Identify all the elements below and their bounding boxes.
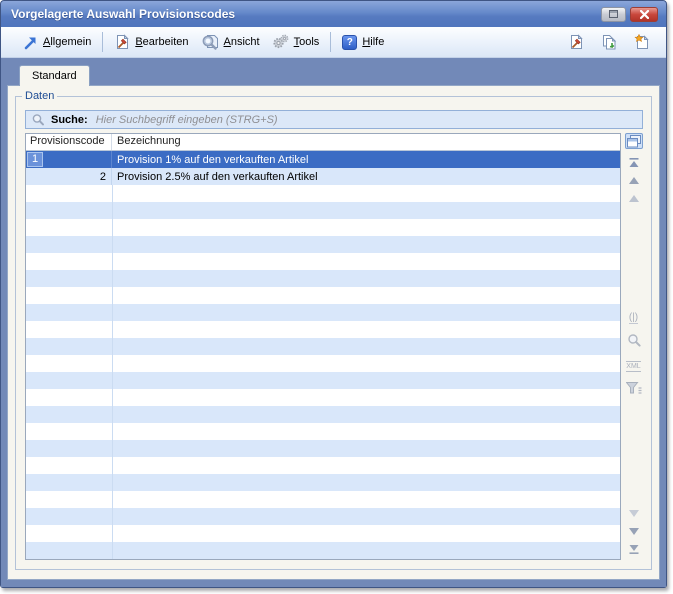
gears-icon <box>272 34 289 50</box>
xml-export-icon[interactable]: XML <box>626 361 640 372</box>
grid-area: Provisionscode Bezeichnung 1 Provision 1… <box>25 133 643 560</box>
search-input[interactable] <box>94 112 637 127</box>
copy-record-button[interactable] <box>599 32 619 52</box>
copy-record-icon <box>601 34 618 51</box>
search-label: Suche: <box>51 114 88 126</box>
menu-tools[interactable]: Tools <box>266 32 326 52</box>
titlebar[interactable]: Vorgelagerte Auswahl Provisionscodes <box>1 1 666 27</box>
window-controls <box>601 7 658 22</box>
edit-record-button[interactable] <box>566 32 586 52</box>
cell-name: Provision 2.5% auf den verkauften Artike… <box>112 171 620 183</box>
row-down-icon <box>629 510 639 517</box>
grid-scroll-down-group <box>626 504 642 560</box>
tab-standard[interactable]: Standard <box>19 65 90 86</box>
column-header-provisionscode[interactable]: Provisionscode <box>26 134 112 150</box>
magnifier-document-icon <box>201 34 219 50</box>
toolbar: Allgemein Bearbeiten Ansicht <box>1 27 666 58</box>
new-record-button[interactable] <box>632 32 652 52</box>
page-up-button[interactable] <box>626 173 642 187</box>
fit-width-icon[interactable]: (|) <box>629 313 638 324</box>
row-up-icon <box>629 195 639 202</box>
page-down-icon <box>629 528 639 535</box>
row-down-button[interactable] <box>626 506 642 520</box>
edit-document-icon <box>114 34 130 50</box>
menu-allgemein[interactable]: Allgemein <box>17 33 97 52</box>
window-body: Standard Daten Suche: <box>1 58 666 587</box>
menu-label: Bearbeiten <box>135 36 188 48</box>
help-icon: ? <box>342 35 357 50</box>
restore-button[interactable] <box>601 7 626 22</box>
grid-header: Provisionscode Bezeichnung <box>26 134 620 151</box>
table-row-selected[interactable]: 1 Provision 1% auf den verkauften Artike… <box>26 151 620 168</box>
menu-label: Ansicht <box>224 36 260 48</box>
data-grid: Provisionscode Bezeichnung 1 Provision 1… <box>25 133 621 560</box>
cell-code: 1 <box>26 151 112 168</box>
cell-name: Provision 1% auf den verkauften Artikel <box>112 154 620 166</box>
window-title: Vorgelagerte Auswahl Provisionscodes <box>11 7 601 21</box>
scroll-top-icon <box>629 158 639 167</box>
scroll-end-button[interactable] <box>626 542 642 556</box>
toolbar-separator <box>102 32 103 52</box>
page-up-icon <box>629 177 639 184</box>
menu-label: Tools <box>294 36 320 48</box>
empty-rows-area <box>26 185 620 559</box>
grid-search-button[interactable] <box>627 333 641 352</box>
tab-strip: Standard <box>7 64 660 85</box>
search-bar[interactable]: Suche: <box>25 110 643 129</box>
page-down-button[interactable] <box>626 524 642 538</box>
column-separator <box>112 185 113 559</box>
edit-record-icon <box>568 34 584 50</box>
tab-panel: Daten Suche: Provisionscode Beze <box>7 85 660 580</box>
row-up-button[interactable] <box>626 191 642 205</box>
filter-icon <box>626 382 642 394</box>
menu-bearbeiten[interactable]: Bearbeiten <box>108 32 194 52</box>
menu-ansicht[interactable]: Ansicht <box>195 32 266 52</box>
column-header-bezeichnung[interactable]: Bezeichnung <box>112 134 620 150</box>
new-record-icon <box>634 34 650 50</box>
filter-button[interactable] <box>626 381 642 399</box>
grid-side-toolbar: (|) XML <box>621 133 643 560</box>
close-icon <box>640 10 649 19</box>
focused-cell: 1 <box>27 152 43 167</box>
menu-hilfe[interactable]: ? Hilfe <box>336 33 390 52</box>
groupbox-label: Daten <box>22 90 57 102</box>
menu-label: Allgemein <box>43 36 91 48</box>
menu-label: Hilfe <box>362 36 384 48</box>
column-chooser-icon <box>627 135 641 148</box>
table-row[interactable]: 2 Provision 2.5% auf den verkauften Arti… <box>26 168 620 185</box>
column-chooser-button[interactable] <box>625 133 643 149</box>
arrow-up-right-icon <box>23 35 38 50</box>
close-button[interactable] <box>630 7 658 22</box>
restore-icon <box>609 10 618 18</box>
scroll-end-icon <box>629 545 639 554</box>
search-icon <box>627 333 641 347</box>
cell-code: 2 <box>26 168 112 185</box>
search-icon <box>31 113 45 126</box>
toolbar-separator <box>330 32 331 52</box>
app-window: Vorgelagerte Auswahl Provisionscodes All <box>0 0 667 588</box>
scroll-top-button[interactable] <box>626 155 642 169</box>
toolbar-right-icons <box>566 32 656 52</box>
daten-groupbox: Daten Suche: Provisionscode Beze <box>15 96 652 570</box>
grid-tools: (|) XML <box>626 313 642 399</box>
